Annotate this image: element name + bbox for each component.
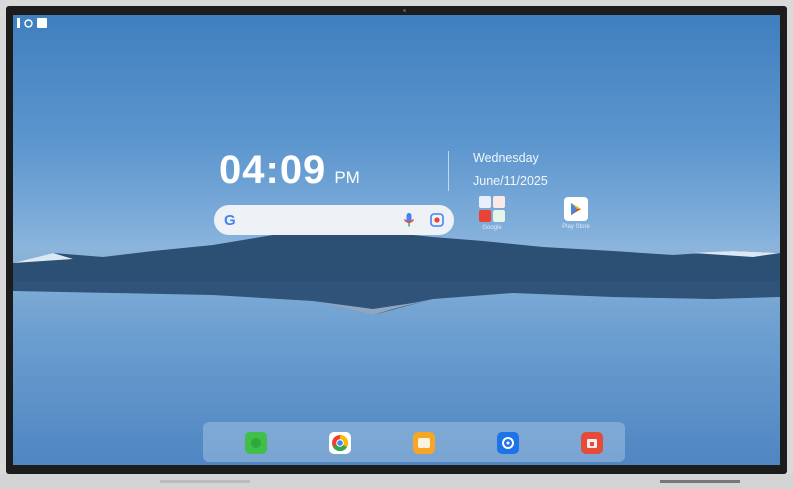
app-label: Play Store [562, 224, 590, 230]
wallpaper-mountains [13, 215, 780, 315]
maps-mini-icon [493, 196, 505, 208]
app-dock [203, 422, 625, 462]
youtube-mini-icon [479, 210, 491, 222]
desk-surface [0, 474, 793, 489]
app-label: Google [482, 225, 502, 231]
sim-icon [17, 18, 20, 28]
desk-edge [160, 480, 250, 483]
home-screen[interactable]: 04:09 PM Wednesday June/11/2025 G Google [13, 15, 780, 465]
desk-edge [660, 480, 740, 483]
green-app-icon[interactable] [245, 432, 267, 454]
orange-app-icon[interactable] [413, 432, 435, 454]
chrome-icon[interactable] [329, 432, 351, 454]
status-bar [17, 18, 47, 28]
play-store-icon[interactable]: Play Store [558, 197, 594, 237]
date-label: June/11/2025 [473, 174, 548, 188]
google-logo: G [224, 211, 236, 229]
clock-time: 04:09 [219, 148, 327, 192]
drive-mini-icon [493, 210, 505, 222]
lens-icon[interactable] [430, 213, 444, 227]
google-folder-icon[interactable]: Google [476, 196, 508, 236]
settings-circle-icon [24, 18, 33, 28]
play-triangle-icon [571, 203, 581, 215]
weekday-label: Wednesday [473, 151, 539, 165]
red-app-icon[interactable] [581, 432, 603, 454]
mic-icon[interactable] [402, 212, 416, 228]
clock-widget[interactable]: 04:09 PM [219, 148, 360, 193]
camera-icon [403, 9, 406, 12]
settings-icon[interactable] [497, 432, 519, 454]
square-icon [37, 18, 47, 28]
widget-divider [448, 151, 449, 191]
google-mini-icon [479, 196, 491, 208]
google-search-bar[interactable]: G [214, 205, 454, 235]
clock-period: PM [334, 168, 360, 187]
